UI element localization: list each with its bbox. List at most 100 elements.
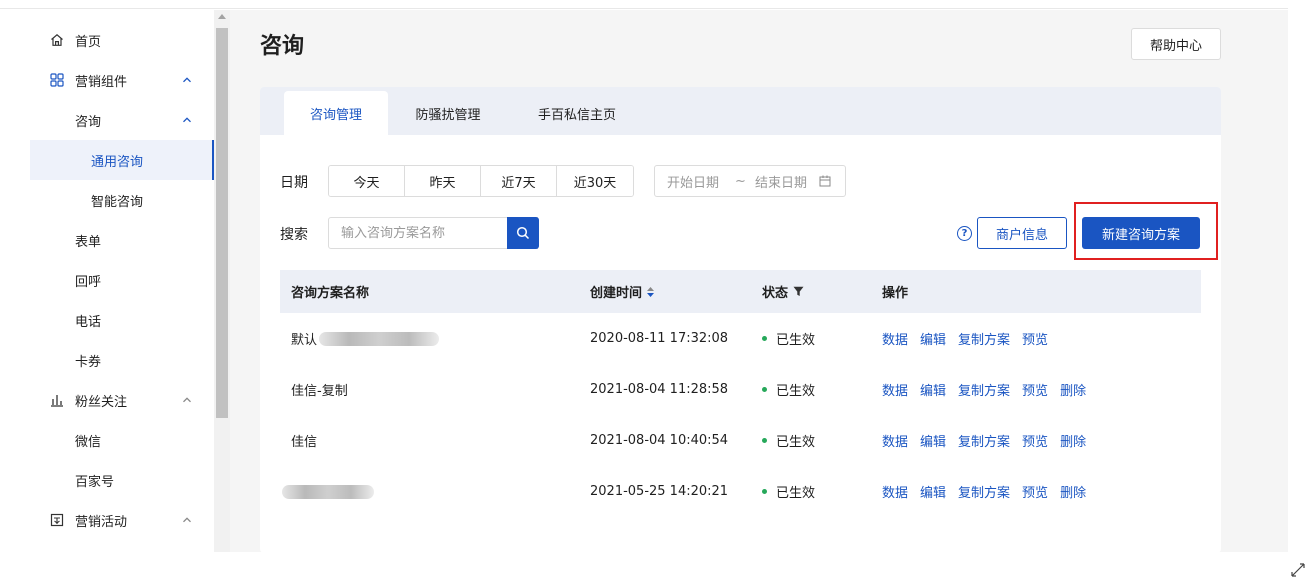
row-actions: 数据 编辑 复制方案 预览 删除 [882,364,1098,415]
table-row: 默认 2020-08-11 17:32:08 已生效 数据 编辑 复制方案 预览 [280,313,1201,364]
date-option-today[interactable]: 今天 [329,166,405,196]
status-dot [762,438,767,443]
status-dot [762,489,767,494]
sidebar-item-label: 粉丝关注 [75,394,128,410]
search-input[interactable] [341,225,511,241]
sidebar-item-fans[interactable]: 粉丝关注 [30,380,214,420]
action-data-link[interactable]: 数据 [882,482,908,501]
chevron-up-icon[interactable] [182,75,192,85]
merchant-info-button[interactable]: 商户信息 [977,217,1067,249]
action-copy-link[interactable]: 复制方案 [958,380,1010,399]
sidebar-item-label: 首页 [75,34,102,50]
action-delete-link[interactable]: 删除 [1060,431,1086,450]
table-row: 2021-05-25 14:20:21 已生效 数据 编辑 复制方案 预览 删除 [280,466,1201,517]
sidebar-scrollbar[interactable] [214,10,230,552]
action-delete-link[interactable]: 删除 [1060,380,1086,399]
action-edit-link[interactable]: 编辑 [920,329,946,348]
column-header-label: 状态 [762,286,789,301]
sidebar-item-marketing-activity[interactable]: 营销活动 [30,500,214,540]
sidebar-item-label: 微信 [75,434,102,450]
calendar-icon [819,175,831,187]
sidebar-item-label: 营销活动 [75,514,128,530]
chevron-up-icon[interactable] [182,115,192,125]
scroll-up-arrow-icon[interactable] [218,14,226,19]
help-question-icon[interactable]: ? [957,226,972,241]
tab-private-message-home[interactable]: 手百私信主页 [522,91,632,135]
row-name [282,466,374,517]
main-content: 咨询 帮助中心 咨询管理 防骚扰管理 手百私信主页 日期 今天 昨天 近7天 近… [230,10,1288,553]
action-delete-link[interactable]: 删除 [1060,482,1086,501]
sidebar-item-label: 百家号 [75,474,115,490]
action-data-link[interactable]: 数据 [882,431,908,450]
gift-icon [50,513,64,527]
tab-anti-harassment[interactable]: 防骚扰管理 [396,91,500,135]
highlight-box [1074,202,1218,260]
date-option-yesterday[interactable]: 昨天 [405,166,481,196]
status-text: 已生效 [776,486,816,501]
sidebar-item-general-consult[interactable]: 通用咨询 [30,140,214,180]
action-data-link[interactable]: 数据 [882,329,908,348]
action-copy-link[interactable]: 复制方案 [958,482,1010,501]
date-range-picker[interactable]: 开始日期 ~ 结束日期 [654,165,846,197]
table-row: 佳信-复制 2021-08-04 11:28:58 已生效 数据 编辑 复制方案… [280,364,1201,415]
page-title: 咨询 [260,34,305,59]
redacted-text [319,331,440,346]
sidebar-item-label: 咨询 [75,114,102,130]
sidebar-item-marketing-components[interactable]: 营销组件 [30,60,214,100]
sort-icon[interactable] [646,286,655,298]
sidebar-item-consult[interactable]: 咨询 [30,100,214,140]
action-copy-link[interactable]: 复制方案 [958,329,1010,348]
sidebar-item-label: 营销组件 [75,74,128,90]
sidebar-item-baijiahao[interactable]: 百家号 [30,460,214,500]
action-preview-link[interactable]: 预览 [1022,329,1048,348]
date-option-7days[interactable]: 近7天 [481,166,557,196]
help-center-button[interactable]: 帮助中心 [1131,28,1221,60]
row-created-time: 2021-08-04 10:40:54 [590,433,729,448]
sidebar-item-label: 回呼 [75,274,102,290]
table-row: 佳信 2021-08-04 10:40:54 已生效 数据 编辑 复制方案 预览… [280,415,1201,466]
row-created-time: 2021-08-04 11:28:58 [590,382,729,397]
date-label: 日期 [280,175,308,191]
action-edit-link[interactable]: 编辑 [920,431,946,450]
action-preview-link[interactable]: 预览 [1022,380,1048,399]
row-created-time: 2020-08-11 17:32:08 [590,331,729,346]
row-name: 默认 [291,313,440,364]
sidebar-item-wechat[interactable]: 微信 [30,420,214,460]
table-header: 咨询方案名称 创建时间 状态 操作 [280,270,1201,313]
status-text: 已生效 [776,435,816,450]
resize-handle-icon[interactable] [1290,562,1306,578]
app-window: 首页 营销组件 咨询 通用咨询 智能咨询 表单 回呼 电话 卡券 粉丝关注 微信… [0,0,1307,584]
search-icon [516,226,530,240]
action-edit-link[interactable]: 编辑 [920,482,946,501]
row-name: 佳信 [291,435,318,450]
action-preview-link[interactable]: 预览 [1022,431,1048,450]
redacted-text [282,484,374,499]
date-quick-select: 今天 昨天 近7天 近30天 [328,165,634,197]
sidebar-item-callback[interactable]: 回呼 [30,260,214,300]
grid-icon [50,73,64,87]
chevron-up-icon[interactable] [182,395,192,405]
search-button[interactable] [507,217,539,249]
top-divider [0,8,1288,9]
action-edit-link[interactable]: 编辑 [920,380,946,399]
sidebar-item-smart-consult[interactable]: 智能咨询 [30,180,214,220]
action-data-link[interactable]: 数据 [882,380,908,399]
action-copy-link[interactable]: 复制方案 [958,431,1010,450]
row-status: 已生效 [762,466,815,517]
sidebar-item-home[interactable]: 首页 [30,20,214,60]
date-separator: ~ [735,173,746,189]
date-option-30days[interactable]: 近30天 [557,166,633,196]
column-header-created[interactable]: 创建时间 [590,270,655,313]
scrollbar-thumb[interactable] [216,28,228,418]
status-text: 已生效 [776,333,816,348]
row-actions: 数据 编辑 复制方案 预览 删除 [882,466,1098,517]
chevron-up-icon[interactable] [182,515,192,525]
action-preview-link[interactable]: 预览 [1022,482,1048,501]
tab-consult-management[interactable]: 咨询管理 [284,91,388,135]
sidebar-item-phone[interactable]: 电话 [30,300,214,340]
filter-icon[interactable] [793,286,804,297]
sidebar-item-form[interactable]: 表单 [30,220,214,260]
column-header-status[interactable]: 状态 [762,270,804,313]
column-header-label: 创建时间 [590,286,643,301]
sidebar-item-coupon[interactable]: 卡券 [30,340,214,380]
